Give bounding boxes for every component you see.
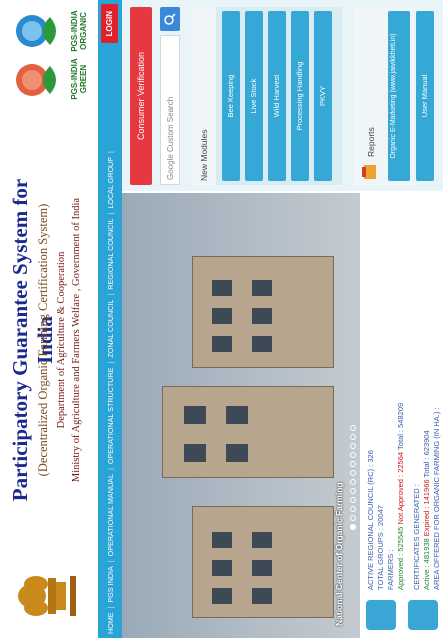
- building-window: [252, 532, 272, 548]
- certificate-stats-icon: [408, 600, 438, 630]
- ministry-text: Ministry of Agriculture and Farmers Welf…: [71, 197, 82, 483]
- department-text: Department of Agriculture & Cooperation: [56, 251, 67, 429]
- nav-separator: |: [105, 560, 115, 563]
- slider-dot[interactable]: [350, 479, 356, 485]
- area-offered-heading: AREA OFFERED FOR ORGANIC FARMING (IN HA.…: [432, 407, 441, 590]
- header: Participatory Guarantee System for India…: [0, 0, 98, 638]
- nav-operational-manual[interactable]: OPERATIONAL MANUAL: [106, 470, 115, 560]
- certificates-heading: CERTIFICATES GENERATED :: [412, 484, 421, 590]
- building-window: [212, 280, 232, 296]
- nav-home[interactable]: HOME: [106, 608, 115, 638]
- search-input[interactable]: Google Custom Search: [160, 35, 180, 185]
- right-sidebar: Consumer Verification Google Custom Sear…: [122, 0, 443, 191]
- modules-panel: Bee Keeping Live Stock Wild Harvest Proc…: [216, 7, 342, 185]
- organic-e-marketing-button[interactable]: Organic E-Marketing (www.jaivikkheti.in): [388, 11, 410, 181]
- slider-dot[interactable]: [350, 443, 356, 449]
- farmers-stat: Approved : 525545 Not Approved : 22564 T…: [396, 403, 405, 590]
- module-bee-keeping-button[interactable]: Bee Keeping: [222, 11, 240, 181]
- building-window: [252, 588, 272, 604]
- building-window: [226, 444, 248, 462]
- module-pkvy-button[interactable]: PKVY: [314, 11, 332, 181]
- nav-separator: |: [105, 293, 115, 296]
- building-window: [212, 308, 232, 324]
- slider-dot[interactable]: [350, 452, 356, 458]
- search-icon: [164, 13, 176, 25]
- slider-dot[interactable]: [350, 425, 356, 431]
- farmers-approved-value: 525545: [396, 526, 405, 552]
- slider-dot[interactable]: [350, 470, 356, 476]
- slider-dot[interactable]: [350, 461, 356, 467]
- nav-pgs-india[interactable]: PGS INDIA: [106, 562, 115, 606]
- building-center: [162, 386, 334, 478]
- groups-stat: TOTAL GROUPS : 20047: [376, 505, 385, 590]
- search-button[interactable]: [160, 7, 180, 31]
- cert-expired-value: 141966: [422, 479, 431, 505]
- building-window: [252, 308, 272, 324]
- building-window: [252, 336, 272, 352]
- groups-value: 20047: [376, 505, 385, 526]
- cert-active-label: Active :: [422, 565, 431, 590]
- nav-separator: |: [105, 468, 115, 471]
- building-window: [252, 280, 272, 296]
- module-wild-harvest-button[interactable]: Wild Harvest: [268, 11, 286, 181]
- farmers-heading: FARMERS :: [386, 549, 395, 590]
- council-stats-icon: [366, 600, 396, 630]
- nav-zonal-council[interactable]: ZONAL COUNCIL: [106, 296, 115, 362]
- farmers-not-approved-value: 22564: [396, 451, 405, 473]
- cert-active-value: 481938: [422, 538, 431, 564]
- slider-dot[interactable]: [350, 497, 356, 503]
- nav-operational-structure[interactable]: OPERATIONAL STRUCTURE: [106, 364, 115, 469]
- farmers-not-approved-label: Not Approved :: [396, 474, 405, 525]
- rc-stat: ACTIVE REGIONAL COUNCIL (RC) : 326: [366, 450, 375, 590]
- user-manual-button[interactable]: User Manual: [416, 11, 434, 181]
- building-window: [212, 336, 232, 352]
- slider-dots: [350, 425, 356, 530]
- rc-value: 326: [366, 450, 375, 463]
- national-emblem-icon: [18, 576, 76, 616]
- building-window: [226, 406, 248, 424]
- page: Participatory Guarantee System for India…: [0, 0, 443, 638]
- cert-total-value: 623904: [422, 430, 431, 456]
- nav-separator: |: [105, 151, 115, 153]
- hero-slider: National Center of Organic Farming: [122, 193, 360, 638]
- nav-regional-council[interactable]: REGIONAL COUNCIL: [106, 215, 115, 294]
- new-modules-heading: New Modules: [192, 7, 216, 185]
- slide-caption: National Center of Organic Farming: [334, 482, 344, 626]
- building-window: [184, 406, 206, 424]
- slider-dot-active[interactable]: [350, 524, 356, 530]
- farmers-total-label: Total :: [396, 429, 405, 450]
- screenshot-canvas: Participatory Guarantee System for India…: [0, 0, 443, 638]
- module-processing-handling-button[interactable]: Processing Handling: [291, 11, 309, 181]
- building-window: [212, 532, 232, 548]
- pgs-organic-logo-text: PGS-INDIA ORGANIC: [70, 10, 88, 52]
- building-window: [212, 560, 232, 576]
- report-buttons: Organic E-Marketing (www.jaivikkheti.in)…: [368, 7, 443, 185]
- farmers-total-value: 548209: [396, 402, 405, 428]
- groups-label: TOTAL GROUPS :: [376, 528, 385, 590]
- slider-dot[interactable]: [350, 434, 356, 440]
- building-window: [252, 560, 272, 576]
- main-nav: HOME | PGS INDIA | OPERATIONAL MANUAL | …: [98, 0, 122, 638]
- nav-separator: |: [105, 361, 115, 364]
- nav-separator: |: [105, 212, 115, 215]
- slider-dot[interactable]: [350, 488, 356, 494]
- certificates-stat: Active : 481938 Expired : 141966 Total :…: [422, 430, 431, 590]
- cert-expired-label: Expired :: [422, 506, 431, 537]
- cert-total-label: Total :: [422, 457, 431, 478]
- slider-dot[interactable]: [350, 506, 356, 512]
- nav-local-group[interactable]: LOCAL GROUP: [106, 153, 115, 213]
- rc-label: ACTIVE REGIONAL COUNCIL (RC) :: [366, 464, 375, 590]
- nav-separator: |: [105, 606, 115, 609]
- module-live-stock-button[interactable]: Live Stock: [245, 11, 263, 181]
- login-button[interactable]: LOGIN: [101, 4, 118, 44]
- farmers-approved-label: Approved :: [396, 553, 405, 590]
- slider-dot[interactable]: [350, 515, 356, 521]
- building-window: [212, 588, 232, 604]
- page-subtitle: (Decentralized Organic Farming Certifica…: [36, 203, 50, 477]
- building-window: [184, 444, 206, 462]
- pgs-green-logo-text: PGS-INDIA GREEN: [70, 58, 88, 100]
- stats-panel: ACTIVE REGIONAL COUNCIL (RC) : 326 TOTAL…: [360, 193, 443, 638]
- consumer-verification-button[interactable]: Consumer Verification: [130, 7, 152, 185]
